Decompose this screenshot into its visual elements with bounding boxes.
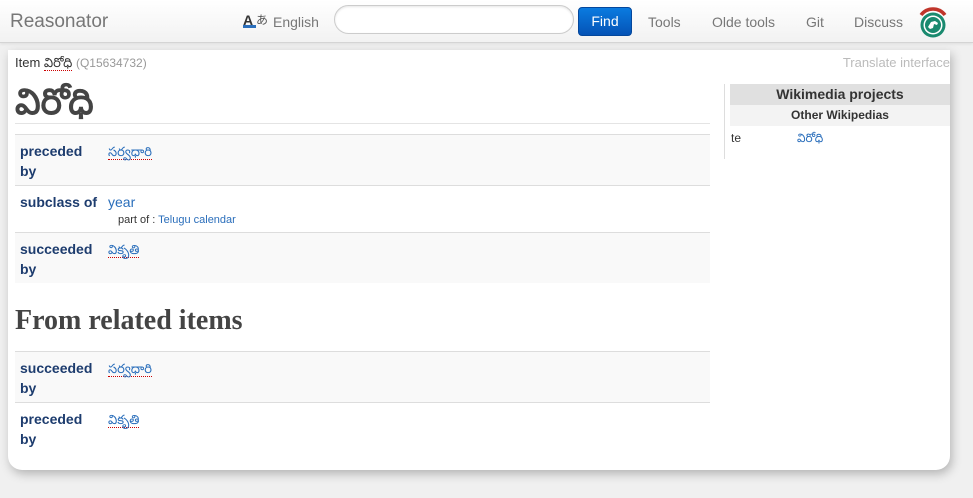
property-value-link[interactable]: year — [108, 194, 135, 210]
navbar: Reasonator Aあ English Find Tools Olde to… — [0, 0, 973, 43]
wikimedia-projects-heading: Wikimedia projects — [730, 84, 950, 105]
main-panel: Item విరోధి (Q15634732) Translate interf… — [8, 50, 950, 470]
qualifier: part of : Telugu calendar — [118, 212, 705, 228]
related-properties-table: succeeded by సర్వధారి preceded by వికృతి — [15, 351, 710, 453]
nav-discuss[interactable]: Discuss — [854, 14, 903, 30]
property-row: succeeded by సర్వధారి — [15, 351, 710, 403]
search-input[interactable] — [334, 5, 574, 34]
translate-icon: Aあ — [243, 12, 269, 28]
property-row: succeeded by వికృతి — [15, 232, 710, 283]
wiki-language-code: te — [731, 131, 742, 145]
property-value-link[interactable]: సర్వధారి — [108, 144, 153, 160]
page-title: విరోధి — [15, 81, 94, 123]
item-line: Item విరోధి (Q15634732) — [15, 55, 147, 74]
language-switcher[interactable]: Aあ English — [243, 13, 319, 30]
properties-table: preceded by సర్వధారి subclass of year pa… — [15, 134, 710, 283]
property-name-link[interactable]: preceded by — [20, 143, 82, 179]
item-prefix: Item — [15, 55, 41, 70]
brand-link[interactable]: Reasonator — [10, 11, 108, 33]
property-name-link[interactable]: succeeded by — [20, 360, 92, 396]
find-button[interactable]: Find — [578, 7, 632, 36]
wikimedia-projects-sidebar: Wikimedia projects Other Wikipedias te వ… — [724, 84, 950, 159]
toolforge-logo-icon[interactable] — [916, 6, 950, 40]
item-qid: (Q15634732) — [75, 56, 147, 70]
property-value-link[interactable]: వికృతి — [108, 412, 140, 428]
property-row: preceded by వికృతి — [15, 402, 710, 454]
property-value-link[interactable]: వికృతి — [108, 242, 140, 258]
qualifier-value-link[interactable]: Telugu calendar — [158, 214, 236, 226]
nav-tools[interactable]: Tools — [648, 14, 681, 30]
property-name-link[interactable]: preceded by — [20, 411, 82, 447]
item-label-link[interactable]: విరోధి — [43, 55, 73, 71]
nav-olde-tools[interactable]: Olde tools — [712, 14, 775, 30]
translate-interface-link[interactable]: Translate interface — [843, 55, 950, 70]
property-name-link[interactable]: subclass of — [20, 194, 97, 210]
nav-git[interactable]: Git — [806, 14, 824, 30]
language-label: English — [273, 13, 319, 30]
title-divider — [15, 123, 710, 124]
wiki-article-link[interactable]: విరోధి — [797, 131, 823, 148]
property-row: preceded by సర్వధారి — [15, 134, 710, 186]
qualifier-label: part of : — [118, 214, 156, 226]
other-wikipedias-heading: Other Wikipedias — [730, 105, 950, 126]
related-items-heading: From related items — [15, 305, 243, 336]
property-name-link[interactable]: succeeded by — [20, 241, 92, 277]
property-row: subclass of year part of : Telugu calend… — [15, 185, 710, 233]
property-value-link[interactable]: సర్వధారి — [108, 361, 153, 377]
